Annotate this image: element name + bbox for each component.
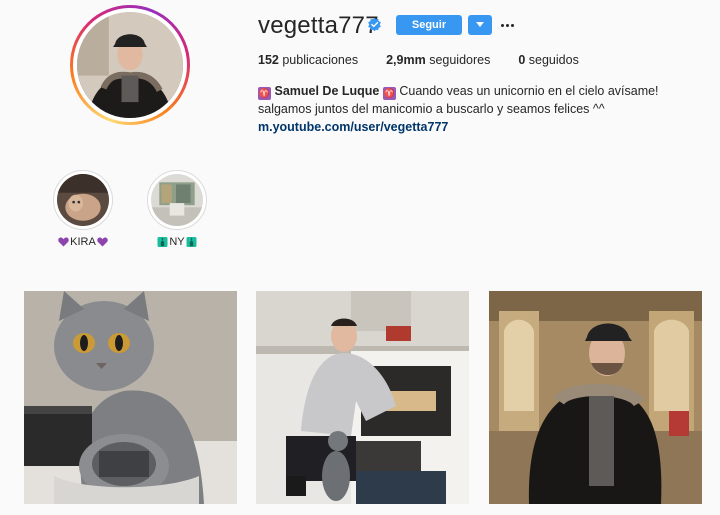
followers-count[interactable]: 2,9mm seguidores bbox=[386, 53, 490, 67]
post-thumbnail-kitchen-oven[interactable] bbox=[256, 291, 469, 504]
post-photo-cat-watch bbox=[24, 291, 237, 504]
followers-count-label: seguidores bbox=[429, 53, 491, 67]
posts-count-value: 152 bbox=[258, 53, 279, 67]
following-count-label: seguidos bbox=[528, 53, 579, 67]
profile-bio: ♈ Samuel De Luque ♈ Cuando veas un unico… bbox=[258, 82, 698, 136]
posts-count-label: publicaciones bbox=[282, 53, 359, 67]
highlight-ny-photo bbox=[151, 174, 203, 226]
followers-count-value: 2,9mm bbox=[386, 53, 426, 67]
aries-emoji-icon: ♈ bbox=[382, 87, 396, 100]
purple-heart-icon bbox=[58, 237, 69, 247]
profile-username: vegetta777 bbox=[258, 12, 379, 39]
more-options-button[interactable] bbox=[499, 15, 515, 35]
highlight-kira-photo bbox=[57, 174, 109, 226]
story-highlight-ny[interactable]: NY bbox=[145, 170, 209, 248]
more-options-icon-dot bbox=[500, 23, 504, 27]
post-photo-grand-central bbox=[489, 291, 702, 504]
post-photo-kitchen-oven bbox=[256, 291, 469, 504]
aries-emoji-icon: ♈ bbox=[258, 87, 271, 100]
statue-of-liberty-icon bbox=[157, 237, 168, 247]
more-options-icon-dot bbox=[510, 23, 514, 27]
follow-button[interactable]: Seguir bbox=[396, 15, 462, 35]
profile-stats: 152 publicaciones 2,9mm seguidores 0 seg… bbox=[258, 53, 607, 67]
post-thumbnail-cat-watch[interactable] bbox=[24, 291, 237, 504]
verified-badge-icon bbox=[368, 17, 381, 32]
highlight-label: KIRA bbox=[70, 236, 96, 248]
more-options-icon-dot bbox=[505, 23, 509, 27]
statue-of-liberty-icon bbox=[186, 237, 197, 247]
following-count-value: 0 bbox=[518, 53, 526, 67]
posts-count: 152 publicaciones bbox=[258, 53, 358, 67]
suggested-dropdown-button[interactable] bbox=[468, 15, 492, 35]
profile-full-name: Samuel De Luque bbox=[274, 84, 380, 98]
highlight-label: NY bbox=[169, 236, 185, 248]
purple-heart-icon bbox=[97, 237, 108, 247]
avatar-photo bbox=[77, 12, 183, 118]
profile-avatar[interactable] bbox=[70, 5, 190, 125]
story-highlight-kira[interactable]: KIRA bbox=[51, 170, 115, 248]
bio-link[interactable]: m.youtube.com/user/vegetta777 bbox=[258, 118, 698, 136]
following-count[interactable]: 0 seguidos bbox=[518, 53, 578, 67]
post-thumbnail-grand-central[interactable] bbox=[489, 291, 702, 504]
chevron-down-icon bbox=[476, 22, 484, 27]
